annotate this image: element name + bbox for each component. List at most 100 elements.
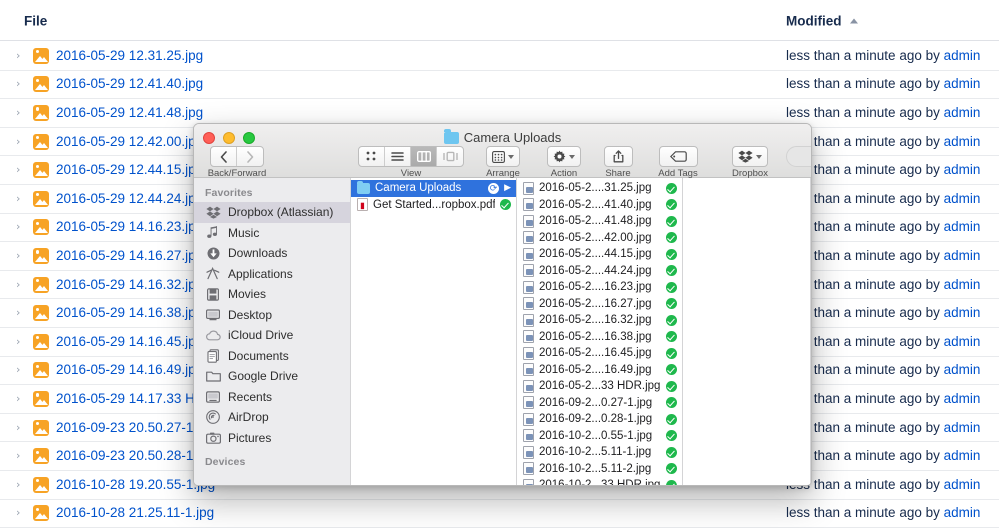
finder-list-item[interactable]: ▮Get Started...ropbox.pdf bbox=[351, 197, 516, 214]
table-row[interactable]: ›2016-05-29 12.41.40.jpgless than a minu… bbox=[0, 71, 999, 100]
expand-row-icon[interactable]: › bbox=[16, 279, 20, 291]
sidebar-item-desktop[interactable]: Desktop bbox=[194, 305, 350, 326]
expand-row-icon[interactable]: › bbox=[16, 193, 20, 205]
finder-column-2[interactable]: 2016-05-2....31.25.jpg2016-05-2....41.40… bbox=[517, 178, 683, 485]
attachment-name-link[interactable]: 2016-05-29 14.16.38.jpg bbox=[56, 304, 203, 322]
attachment-name-link[interactable]: 2016-10-28 19.20.55-1.jpg bbox=[56, 476, 215, 494]
attachment-name-link[interactable]: 2016-05-29 14.16.27.jpg bbox=[56, 247, 203, 265]
modified-by-link[interactable]: admin bbox=[944, 448, 981, 463]
sidebar-item-google-drive[interactable]: Google Drive bbox=[194, 366, 350, 387]
finder-list-item[interactable]: 2016-05-2...33 HDR.jpg bbox=[517, 378, 682, 395]
modified-by-link[interactable]: admin bbox=[944, 162, 981, 177]
finder-list-item[interactable]: 2016-05-2....16.49.jpg bbox=[517, 362, 682, 379]
sidebar-item-documents[interactable]: Documents bbox=[194, 346, 350, 367]
sidebar-item-icloud-drive[interactable]: iCloud Drive bbox=[194, 325, 350, 346]
expand-row-icon[interactable]: › bbox=[16, 250, 20, 262]
add-tags-button[interactable] bbox=[659, 146, 698, 167]
forward-icon[interactable] bbox=[237, 147, 263, 166]
finder-list-item[interactable]: 2016-10-2...0.55-1.jpg bbox=[517, 428, 682, 445]
finder-list-item[interactable]: 2016-05-2....16.32.jpg bbox=[517, 312, 682, 329]
modified-by-link[interactable]: admin bbox=[944, 391, 981, 406]
action-button[interactable] bbox=[547, 146, 581, 167]
finder-list-item[interactable]: 2016-05-2....16.27.jpg bbox=[517, 296, 682, 313]
attachment-name-link[interactable]: 2016-05-29 12.41.48.jpg bbox=[56, 104, 203, 122]
attachment-name-link[interactable]: 2016-05-29 14.16.45.jpg bbox=[56, 333, 203, 351]
sort-ascending-icon[interactable] bbox=[850, 19, 858, 24]
sidebar-item-dropbox-atlassian[interactable]: Dropbox (Atlassian) bbox=[194, 202, 350, 223]
finder-list-item[interactable]: 2016-09-2...0.27-1.jpg bbox=[517, 395, 682, 412]
finder-list-item[interactable]: 2016-05-2....16.23.jpg bbox=[517, 279, 682, 296]
finder-list-item[interactable]: 2016-05-2....31.25.jpg bbox=[517, 180, 682, 197]
view-segmented[interactable] bbox=[358, 146, 464, 167]
finder-list-item[interactable]: 2016-05-2....16.38.jpg bbox=[517, 329, 682, 346]
column-view-icon[interactable] bbox=[411, 147, 437, 166]
finder-list-item[interactable]: 2016-05-2....42.00.jpg bbox=[517, 230, 682, 247]
expand-row-icon[interactable]: › bbox=[16, 136, 20, 148]
modified-by-link[interactable]: admin bbox=[944, 477, 981, 492]
expand-row-icon[interactable]: › bbox=[16, 50, 20, 62]
view-group[interactable]: View bbox=[357, 146, 465, 167]
attachment-name-link[interactable]: 2016-09-23 20.50.28-1.jpg bbox=[56, 447, 215, 465]
modified-by-link[interactable]: admin bbox=[944, 48, 981, 63]
finder-list-item[interactable]: 2016-05-2....41.48.jpg bbox=[517, 213, 682, 230]
dropbox-button[interactable] bbox=[732, 146, 768, 167]
column-header-modified[interactable]: Modified bbox=[786, 14, 842, 29]
attachment-name-link[interactable]: 2016-05-29 12.42.00.jpg bbox=[56, 133, 203, 151]
attachment-name-link[interactable]: 2016-05-29 14.16.32.jpg bbox=[56, 276, 203, 294]
search-group[interactable]: Search Search bbox=[786, 146, 812, 167]
expand-row-icon[interactable]: › bbox=[16, 479, 20, 491]
modified-by-link[interactable]: admin bbox=[944, 420, 981, 435]
modified-by-link[interactable]: admin bbox=[944, 305, 981, 320]
expand-row-icon[interactable]: › bbox=[16, 164, 20, 176]
expand-row-icon[interactable]: › bbox=[16, 336, 20, 348]
add-tags-group[interactable]: Add Tags bbox=[646, 146, 710, 167]
finder-list-item[interactable]: 2016-10-2...33 HDR.jpg bbox=[517, 477, 682, 485]
search-input[interactable]: Search bbox=[786, 146, 812, 167]
attachment-name-link[interactable]: 2016-09-23 20.50.27-1.jpg bbox=[56, 419, 215, 437]
back-forward-segmented[interactable] bbox=[210, 146, 264, 167]
attachment-name-link[interactable]: 2016-05-29 12.44.15.jpg bbox=[56, 161, 203, 179]
finder-list-item[interactable]: 2016-05-2....16.45.jpg bbox=[517, 345, 682, 362]
cover-flow-view-icon[interactable] bbox=[437, 147, 463, 166]
finder-column-1[interactable]: Camera Uploads⟳▶▮Get Started...ropbox.pd… bbox=[351, 178, 517, 485]
expand-row-icon[interactable]: › bbox=[16, 307, 20, 319]
expand-row-icon[interactable]: › bbox=[16, 393, 20, 405]
arrange-group[interactable]: Arrange bbox=[474, 146, 532, 168]
attachment-name-link[interactable]: 2016-05-29 12.41.40.jpg bbox=[56, 75, 203, 93]
modified-by-link[interactable]: admin bbox=[944, 248, 981, 263]
list-view-icon[interactable] bbox=[385, 147, 411, 166]
modified-by-link[interactable]: admin bbox=[944, 219, 981, 234]
finder-list-item[interactable]: 2016-10-2...5.11-1.jpg bbox=[517, 444, 682, 461]
attachment-name-link[interactable]: 2016-05-29 14.16.49.jpg bbox=[56, 361, 203, 379]
expand-row-icon[interactable]: › bbox=[16, 364, 20, 376]
attachment-name-link[interactable]: 2016-05-29 14.16.23.jpg bbox=[56, 218, 203, 236]
expand-row-icon[interactable]: › bbox=[16, 507, 20, 519]
modified-by-link[interactable]: admin bbox=[944, 505, 981, 520]
expand-row-icon[interactable]: › bbox=[16, 422, 20, 434]
sidebar-item-pictures[interactable]: Pictures bbox=[194, 428, 350, 449]
share-group[interactable]: Share bbox=[595, 146, 641, 168]
finder-list-item[interactable]: 2016-05-2....41.40.jpg bbox=[517, 197, 682, 214]
sidebar-item-recents[interactable]: Recents bbox=[194, 387, 350, 408]
finder-column-3[interactable] bbox=[683, 178, 811, 485]
sidebar-item-music[interactable]: Music bbox=[194, 223, 350, 244]
finder-window[interactable]: Camera Uploads Back/Forward bbox=[193, 123, 812, 486]
finder-list-item[interactable]: 2016-09-2...0.28-1.jpg bbox=[517, 411, 682, 428]
modified-by-link[interactable]: admin bbox=[944, 134, 981, 149]
sidebar-item-airdrop[interactable]: AirDrop bbox=[194, 407, 350, 428]
sidebar-item-applications[interactable]: Applications bbox=[194, 264, 350, 285]
arrange-button[interactable] bbox=[486, 146, 520, 167]
sidebar-item-downloads[interactable]: Downloads bbox=[194, 243, 350, 264]
finder-toolbar[interactable]: Back/Forward bbox=[194, 146, 811, 178]
column-header-file[interactable]: File bbox=[24, 14, 47, 29]
modified-by-link[interactable]: admin bbox=[944, 191, 981, 206]
back-forward-group[interactable]: Back/Forward bbox=[204, 146, 270, 168]
finder-list-item[interactable]: 2016-10-2...5.11-2.jpg bbox=[517, 461, 682, 478]
attachment-name-link[interactable]: 2016-05-29 12.31.25.jpg bbox=[56, 47, 203, 65]
finder-list-item[interactable]: 2016-05-2....44.24.jpg bbox=[517, 263, 682, 280]
attachment-name-link[interactable]: 2016-05-29 12.44.24.jpg bbox=[56, 190, 203, 208]
attachment-name-link[interactable]: 2016-10-28 21.25.11-1.jpg bbox=[56, 504, 214, 522]
table-row[interactable]: ›2016-05-29 12.31.25.jpgless than a minu… bbox=[0, 42, 999, 71]
finder-list-item[interactable]: Camera Uploads⟳▶ bbox=[351, 180, 516, 197]
share-button[interactable] bbox=[604, 146, 633, 167]
